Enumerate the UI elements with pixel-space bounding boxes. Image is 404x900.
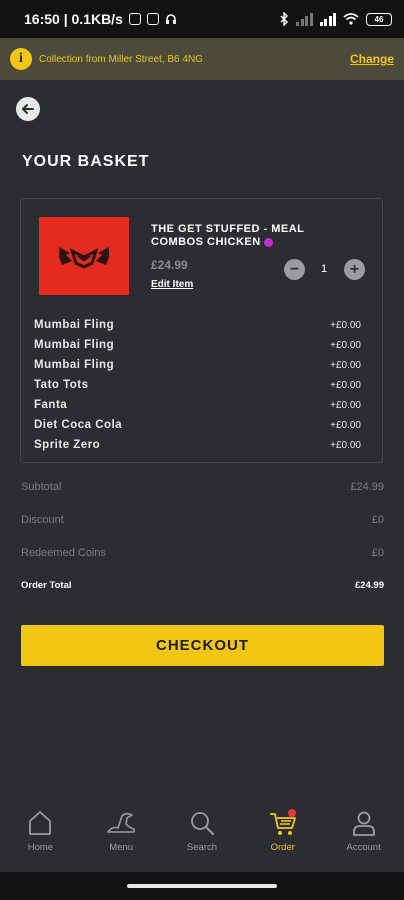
nav-item-home[interactable]: Home: [0, 808, 80, 870]
order-total-label: Order Total: [21, 580, 72, 591]
quantity-decrease-button[interactable]: −: [284, 259, 305, 280]
signal-icon-sim1: [296, 12, 313, 26]
app-icon: [146, 13, 159, 25]
notification-icon: [128, 13, 141, 25]
info-glyph: i: [19, 51, 23, 66]
battery-icon: 46: [366, 12, 392, 26]
back-button[interactable]: [16, 97, 40, 121]
product-name: THE GET STUFFED - MEAL COMBOS CHICKEN: [151, 223, 351, 249]
subtotal-row: Subtotal £24.99: [21, 481, 384, 514]
product-name-text: THE GET STUFFED - MEAL COMBOS CHICKEN: [151, 223, 305, 248]
nav-item-menu[interactable]: Menu: [81, 808, 161, 870]
option-name: Diet Coca Cola: [34, 419, 123, 431]
cart-badge-dot: [287, 809, 296, 817]
quantity-value: 1: [321, 263, 328, 275]
option-row: Mumbai Fling +£0.00: [34, 355, 361, 375]
subtotal-value: £24.99: [350, 481, 384, 493]
option-price: +£0.00: [330, 419, 361, 431]
option-name: Mumbai Fling: [34, 319, 115, 331]
search-icon: [191, 812, 214, 835]
order-summary: Subtotal £24.99 Discount £0 Redeemed Coins…: [21, 481, 384, 613]
option-price: +£0.00: [330, 399, 361, 411]
discount-row: Discount £0: [21, 514, 384, 547]
option-price: +£0.00: [330, 439, 361, 451]
product-image: [39, 217, 129, 295]
wifi-icon: [343, 13, 359, 25]
option-name: Mumbai Fling: [34, 359, 115, 371]
page-title: YOUR BASKET: [22, 153, 150, 170]
minus-icon: −: [289, 260, 300, 278]
home-indicator[interactable]: [127, 884, 277, 888]
option-name: Mumbai Fling: [34, 339, 115, 351]
option-row: Tato Tots +£0.00: [34, 375, 361, 395]
order-total-value: £24.99: [354, 580, 384, 591]
menu-icon: [107, 812, 135, 833]
signal-icon-sim2: [319, 12, 336, 26]
status-bar: 16:50 | 0.1KB/s 46: [0, 0, 404, 38]
subtotal-label: Subtotal: [21, 481, 62, 493]
bottom-navigation: Home Menu Search Order Account: [0, 808, 404, 870]
nav-item-search[interactable]: Search: [162, 808, 242, 870]
option-price: +£0.00: [330, 319, 361, 331]
arrow-left-icon: [22, 104, 34, 114]
quantity-increase-button[interactable]: +: [344, 259, 365, 280]
checkout-button[interactable]: CHECKOUT: [21, 625, 384, 666]
battery-level: 46: [374, 14, 384, 24]
nav-label-account: Account: [346, 842, 381, 853]
option-row: Mumbai Fling +£0.00: [34, 335, 361, 355]
product-price: £24.99: [151, 258, 188, 272]
plus-icon: +: [349, 260, 360, 278]
home-icon: [29, 811, 52, 835]
status-left: 16:50 | 0.1KB/s: [24, 11, 177, 27]
product-tag-dot-icon: [263, 237, 273, 247]
discount-value: £0: [371, 514, 384, 526]
collection-text: Collection from Miller Street, B6 4NG: [39, 53, 203, 65]
option-name: Sprite Zero: [34, 439, 101, 451]
option-name: Tato Tots: [34, 379, 89, 391]
collection-banner: i Collection from Miller Street, B6 4NG …: [0, 38, 404, 80]
option-row: Mumbai Fling +£0.00: [34, 315, 361, 335]
status-time: 16:50 | 0.1KB/s: [24, 11, 123, 27]
bluetooth-icon: [280, 12, 288, 26]
account-icon: [352, 811, 375, 836]
option-row: Sprite Zero +£0.00: [34, 435, 361, 455]
status-right: 46: [280, 12, 392, 26]
nav-item-order[interactable]: Order: [243, 808, 323, 870]
nav-label-order: Order: [270, 842, 295, 853]
nav-item-account[interactable]: Account: [324, 808, 404, 870]
info-icon: i: [10, 48, 32, 70]
redeemed-coins-label: Redeemed Coins: [21, 547, 106, 559]
nav-label-search: Search: [186, 842, 218, 853]
option-row: Diet Coca Cola +£0.00: [34, 415, 361, 435]
order-total-row: Order Total £24.99: [21, 580, 384, 613]
cart-icon: [269, 809, 296, 835]
edit-item-link[interactable]: Edit Item: [151, 279, 193, 290]
change-link[interactable]: Change: [350, 52, 394, 66]
option-name: Fanta: [34, 399, 68, 411]
option-row: Fanta +£0.00: [34, 395, 361, 415]
redeemed-coins-value: £0: [371, 547, 384, 559]
product-logo-icon: [59, 247, 109, 269]
headphones-icon: [165, 14, 176, 24]
basket-item-card: THE GET STUFFED - MEAL COMBOS CHICKEN £2…: [20, 198, 383, 463]
option-price: +£0.00: [330, 379, 361, 391]
option-price: +£0.00: [330, 339, 361, 351]
nav-label-menu: Menu: [109, 842, 134, 853]
nav-label-home: Home: [27, 842, 54, 853]
item-options-list: Mumbai Fling +£0.00 Mumbai Fling +£0.00 Mu…: [34, 315, 361, 455]
discount-label: Discount: [21, 514, 64, 526]
option-price: +£0.00: [330, 359, 361, 371]
redeemed-coins-row: Redeemed Coins £0: [21, 547, 384, 580]
